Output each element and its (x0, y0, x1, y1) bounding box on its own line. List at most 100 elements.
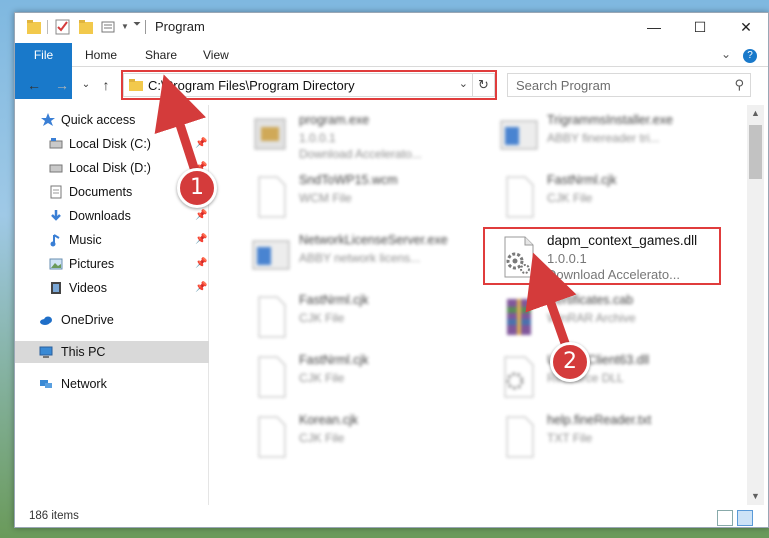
pin-icon[interactable]: 📌 (195, 133, 207, 155)
file-name: NetworkLicenseServer.exe (299, 233, 448, 247)
onedrive-icon (40, 316, 52, 325)
scroll-thumb[interactable] (749, 125, 762, 179)
file-description: ABBY finereader tri... (547, 131, 660, 145)
file-item[interactable]: TrigrammsInstaller.exe ABBY finereader t… (491, 109, 731, 165)
window-icon (500, 120, 538, 150)
sidebar-item-this-pc[interactable]: This PC (15, 341, 209, 363)
customize-icon[interactable] (101, 18, 117, 36)
documents-icon (50, 185, 62, 199)
file-list: program.exe 1.0.0.1 Download Accelerato.… (211, 105, 747, 505)
sidebar-item-videos[interactable]: Videos 📌 (15, 277, 209, 299)
sidebar-item-pictures[interactable]: Pictures 📌 (15, 253, 209, 275)
blank-file-icon (506, 416, 534, 458)
address-highlight-box (121, 70, 497, 100)
search-icon[interactable]: ⚲ (734, 77, 744, 93)
file-item[interactable]: SndToWP15.wcm WCM File (243, 169, 483, 225)
file-item[interactable]: UpdateClient63.dll Resource DLL (491, 349, 731, 405)
help-icon[interactable]: ? (743, 49, 757, 63)
title-divider (145, 20, 146, 34)
search-box[interactable]: Search Program ⚲ (507, 73, 751, 97)
window-icon (252, 240, 290, 270)
drive-icon (49, 138, 63, 149)
file-item[interactable]: Certificates.cab WinRAR Archive (491, 289, 731, 345)
item-count: 186 items (29, 510, 79, 522)
ribbon-tabs: File Home Share View ⌄ ? (15, 43, 768, 99)
forward-button[interactable]: → (53, 75, 71, 95)
folder-icon[interactable] (27, 18, 41, 36)
maximize-button[interactable]: ☐ (677, 13, 723, 41)
sidebar-item-label: Network (61, 377, 107, 391)
properties-icon[interactable] (55, 18, 71, 36)
details-view-icon[interactable] (717, 510, 733, 526)
toolbar-divider (47, 20, 48, 34)
sidebar-item-network[interactable]: Network (15, 373, 209, 395)
downloads-icon (51, 210, 61, 221)
large-icons-view-icon[interactable] (737, 510, 753, 526)
search-input[interactable]: Search Program (516, 78, 611, 93)
pin-icon[interactable]: 📌 (195, 277, 207, 299)
new-folder-icon[interactable] (79, 18, 93, 36)
recent-locations-button[interactable]: ⌄ (77, 75, 95, 95)
back-button[interactable]: ← (25, 75, 43, 95)
customize-dropdown-icon[interactable]: ▼ (121, 22, 129, 40)
file-item[interactable]: NetworkLicenseServer.exe ABBY network li… (243, 229, 483, 285)
sidebar-item-label: Local Disk (D:) (69, 161, 151, 175)
navigation-bar: ← → ⌄ ↑ C:\Program Files\Program Directo… (15, 69, 768, 101)
file-description: Download Accelerato... (299, 147, 422, 161)
file-item[interactable]: help.fineReader.txt TXT File (491, 409, 731, 465)
file-item[interactable]: FastNrml.cjk CJK File (243, 289, 483, 345)
file-highlight-box (483, 227, 721, 285)
tab-home[interactable]: Home (73, 43, 129, 67)
pin-icon[interactable]: 📌 (195, 253, 207, 275)
blank-file-icon (258, 296, 286, 338)
pc-icon (39, 346, 53, 358)
file-version: 1.0.0.1 (299, 131, 336, 145)
sidebar-item-quick-access[interactable]: Quick access (15, 109, 209, 131)
file-name: FastNrml.cjk (299, 353, 369, 367)
file-name: Korean.cjk (299, 413, 359, 427)
expand-ribbon-icon[interactable]: ⌄ (721, 47, 731, 61)
quick-access-menu-icon[interactable]: ⏷ (133, 19, 141, 37)
pin-icon[interactable]: 📌 (195, 205, 207, 227)
star-icon (41, 113, 55, 126)
exe-icon (254, 118, 286, 150)
close-button[interactable]: ✕ (723, 13, 768, 41)
file-item[interactable]: FastNrml.cjk CJK File (491, 169, 731, 225)
up-button[interactable]: ↑ (97, 75, 115, 95)
dll-gear-icon (504, 356, 534, 398)
tab-share[interactable]: Share (133, 43, 189, 67)
sidebar-item-local-disk-c[interactable]: Local Disk (C:) 📌 (15, 133, 209, 155)
sidebar-item-label: Videos (69, 281, 107, 295)
pin-icon[interactable]: 📌 (195, 229, 207, 251)
drive-icon (49, 164, 63, 173)
sidebar-item-label: Local Disk (C:) (69, 137, 151, 151)
window-title: Program (155, 19, 205, 34)
tab-view[interactable]: View (191, 43, 241, 67)
navigation-pane: Quick access Local Disk (C:) 📌 Local Dis… (15, 105, 209, 505)
sidebar-item-onedrive[interactable]: OneDrive (15, 309, 209, 331)
videos-icon (51, 282, 61, 294)
sidebar-item-music[interactable]: Music 📌 (15, 229, 209, 251)
minimize-button[interactable]: — (631, 13, 677, 41)
sidebar-item-label: Downloads (69, 209, 131, 223)
blank-file-icon (258, 176, 286, 218)
file-name: help.fineReader.txt (547, 413, 652, 427)
scroll-up-icon[interactable]: ▲ (747, 105, 764, 122)
file-item[interactable]: Korean.cjk CJK File (243, 409, 483, 465)
network-icon (40, 380, 52, 388)
step-1-badge: 1 (177, 168, 217, 208)
file-description: ABBY network licens... (299, 251, 421, 265)
file-item[interactable]: program.exe 1.0.0.1 Download Accelerato.… (243, 109, 483, 165)
sidebar-item-label: This PC (61, 345, 106, 359)
explorer-window: ▼ ⏷ Program — ☐ ✕ File Home Share View ⌄… (14, 12, 769, 528)
sidebar-item-label: Pictures (69, 257, 115, 271)
file-type: CJK File (547, 191, 593, 205)
vertical-scrollbar[interactable]: ▲ ▼ (747, 105, 764, 505)
sidebar-item-label: Quick access (61, 113, 136, 127)
sidebar-item-label: Documents (69, 185, 133, 199)
scroll-down-icon[interactable]: ▼ (747, 488, 764, 505)
blank-file-icon (506, 176, 534, 218)
file-item[interactable]: FastNrml.cjk CJK File (243, 349, 483, 405)
sidebar-item-downloads[interactable]: Downloads 📌 (15, 205, 209, 227)
file-name: FastNrml.cjk (299, 293, 369, 307)
